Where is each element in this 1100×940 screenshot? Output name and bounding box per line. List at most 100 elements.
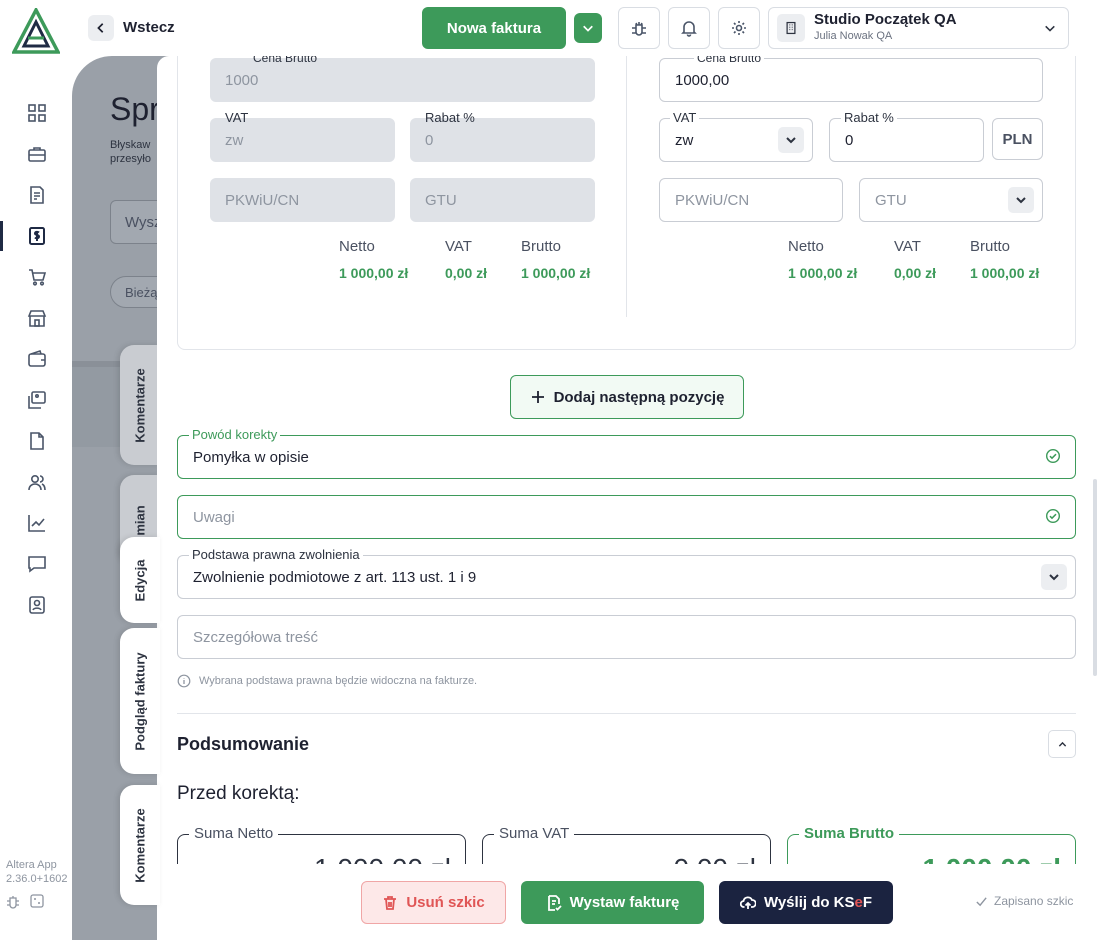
chart-icon[interactable] — [25, 511, 49, 535]
chevron-down-icon — [583, 25, 593, 32]
app-logo[interactable] — [12, 8, 60, 54]
tab-label: mian — [132, 504, 148, 536]
before-gross-price-value: 1000 — [225, 71, 259, 89]
background-page-subtitle: Błyskaw przesyło — [110, 138, 151, 166]
tab-invoice-preview[interactable]: Podgląd faktury — [120, 628, 160, 774]
send-to-ksef-label: Wyślij do KSeF — [764, 894, 872, 911]
invoice-dollar-icon[interactable] — [25, 224, 49, 248]
legal-basis-chevron[interactable] — [1041, 564, 1067, 590]
back-label[interactable]: Wstecz — [123, 19, 175, 36]
after-vat-sum-value: 0,00 zł — [894, 265, 937, 281]
send-label-e: e — [854, 894, 863, 911]
chevron-down-icon — [1016, 197, 1026, 204]
notifications-button[interactable] — [668, 7, 710, 49]
background-page-title: Spr — [110, 91, 160, 127]
cart-icon[interactable] — [25, 265, 49, 289]
after-net-value: 1 000,00 zł — [788, 265, 858, 281]
rail-active-indicator — [0, 221, 3, 251]
before-vat-sum-label: VAT — [445, 238, 472, 255]
bug-icon[interactable] — [5, 893, 21, 909]
after-currency-button[interactable]: PLN — [992, 118, 1043, 160]
tab-comments-bottom[interactable]: Komentarze — [120, 785, 160, 905]
new-invoice-button[interactable]: Nowa faktura — [422, 7, 566, 49]
info-icon — [177, 674, 191, 688]
legal-basis-hint: Wybrana podstawa prawna będzie widoczna … — [199, 675, 478, 687]
after-gross-price-label: Cena Brutto — [694, 56, 765, 65]
store-icon[interactable] — [25, 306, 49, 330]
summary-collapse-button[interactable] — [1048, 730, 1076, 758]
correction-reason-value: Pomyłka w opisie — [193, 448, 309, 466]
send-label-suffix: F — [862, 894, 873, 911]
settings-button[interactable] — [718, 7, 760, 49]
gallery-icon[interactable] — [25, 388, 49, 412]
tab-label: Komentarze — [132, 367, 148, 443]
before-vat-value: zw — [225, 131, 244, 149]
sum-vat-label: Suma VAT — [494, 825, 575, 842]
correction-reason-input[interactable]: Pomyłka w opisie — [177, 435, 1076, 479]
card-divider — [626, 56, 627, 317]
add-item-button[interactable]: Dodaj następną pozycję — [510, 375, 744, 419]
check-circle-icon — [1045, 508, 1061, 524]
invoice-edit-panel: 1000 Cena Brutto zw VAT 0 Rabat % PKWiU/… — [157, 56, 1100, 940]
tab-comments-top[interactable]: Komentarze — [120, 345, 160, 465]
file-icon[interactable] — [25, 429, 49, 453]
before-pkwiu-placeholder: PKWiU/CN — [225, 191, 300, 209]
tab-edit[interactable]: Edycja — [120, 537, 160, 623]
before-net-value: 1 000,00 zł — [339, 265, 409, 281]
document-edit-icon[interactable] — [25, 183, 49, 207]
check-circle-icon — [1045, 448, 1061, 464]
before-discount-label: Rabat % — [425, 110, 475, 125]
document-check-icon — [547, 894, 562, 911]
app-version-number: 2.36.0+1602 — [6, 873, 68, 885]
after-pkwiu-placeholder: PKWiU/CN — [675, 191, 750, 209]
after-gross-price-value: 1000,00 — [675, 71, 730, 89]
chevron-left-icon — [97, 23, 104, 33]
before-vat-label: VAT — [225, 110, 249, 125]
after-gtu-chevron[interactable] — [1008, 187, 1034, 213]
briefcase-icon[interactable] — [25, 142, 49, 166]
wallet-icon[interactable] — [25, 347, 49, 371]
dice-icon[interactable] — [29, 893, 45, 909]
back-button[interactable] — [88, 15, 114, 41]
section-divider — [177, 713, 1076, 714]
detailed-text-input[interactable]: Szczegółowa treść — [177, 615, 1076, 659]
message-icon[interactable] — [25, 552, 49, 576]
legal-basis-label: Podstawa prawna zwolnienia — [189, 547, 363, 562]
company-switcher[interactable]: Studio Początek QA Julia Nowak QA — [768, 7, 1069, 49]
plus-icon — [531, 391, 544, 403]
after-vat-chevron[interactable] — [778, 127, 804, 153]
profile-badge-icon[interactable] — [25, 593, 49, 617]
chevron-down-icon — [1049, 574, 1059, 581]
delete-draft-label: Usuń szkic — [406, 894, 485, 911]
detailed-text-placeholder: Szczegółowa treść — [193, 628, 319, 646]
tab-label: Komentarze — [132, 807, 148, 883]
before-vat-sum-value: 0,00 zł — [445, 265, 488, 281]
delete-draft-button[interactable]: Usuń szkic — [361, 881, 506, 924]
add-item-label: Dodaj następną pozycję — [553, 388, 725, 406]
top-bar: Wstecz Nowa faktura Studio Początek QA J… — [72, 0, 1100, 56]
new-invoice-dropdown-button[interactable] — [574, 13, 602, 43]
after-discount-value: 0 — [845, 131, 854, 149]
notes-input[interactable]: Uwagi — [177, 495, 1076, 539]
panel-scrollbar[interactable] — [1093, 479, 1097, 676]
before-gtu-field: GTU — [410, 178, 595, 222]
sum-net-label: Suma Netto — [189, 825, 279, 842]
issue-invoice-button[interactable]: Wystaw fakturę — [521, 881, 704, 924]
before-gross-value: 1 000,00 zł — [521, 265, 591, 281]
after-vat-value: zw — [675, 131, 694, 149]
send-to-ksef-button[interactable]: Wyślij do KSeF — [719, 881, 893, 924]
after-gross-value: 1 000,00 zł — [970, 265, 1040, 281]
debug-button[interactable] — [618, 7, 660, 49]
before-gross-price-label: Cena Brutto — [253, 56, 318, 65]
bug-icon — [632, 22, 646, 36]
company-name: Studio Początek QA — [814, 11, 957, 28]
app-version-name: Altera App — [6, 859, 57, 871]
after-pkwiu-input[interactable]: PKWiU/CN — [659, 178, 843, 222]
tab-label: Edycja — [132, 559, 148, 601]
before-pkwiu-field: PKWiU/CN — [210, 178, 395, 222]
users-icon[interactable] — [25, 470, 49, 494]
correction-reason-label: Powód korekty — [189, 427, 281, 442]
app-version: Altera App 2.36.0+1602 — [6, 858, 67, 886]
dashboard-icon[interactable] — [25, 101, 49, 125]
send-label-prefix: Wyślij do KS — [763, 894, 855, 911]
